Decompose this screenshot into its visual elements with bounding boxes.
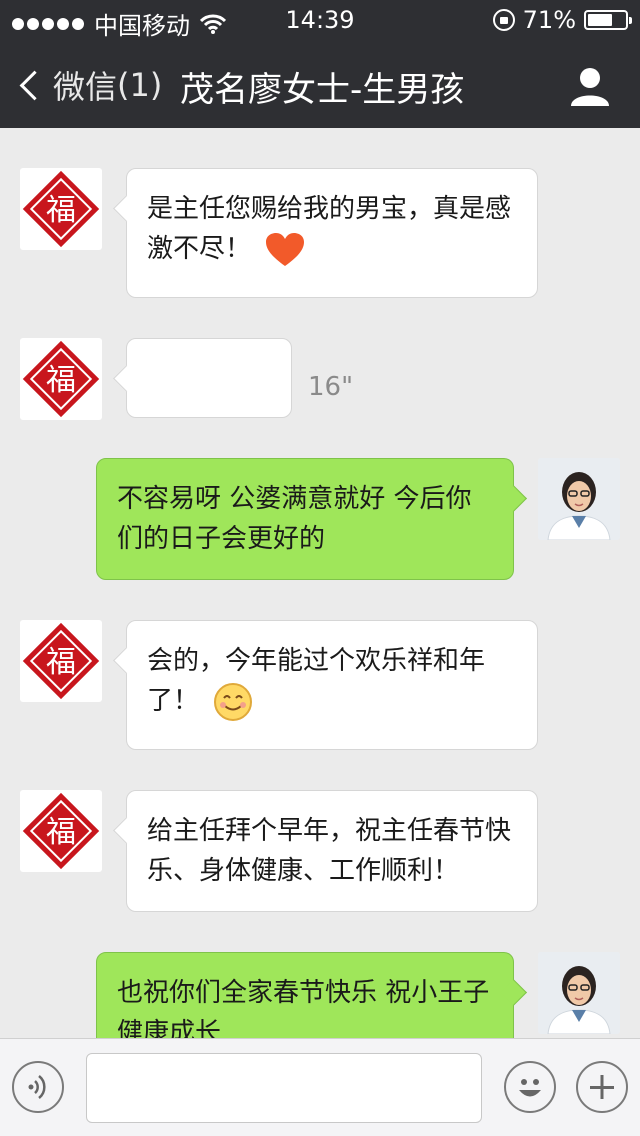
message-bubble[interactable]: 是主任您赐给我的男宝，真是感激不尽！ — [126, 168, 538, 298]
voice-message-bubble[interactable] — [126, 338, 292, 418]
my-avatar[interactable] — [538, 458, 620, 540]
nav-bar: 微信 (1) 茂名廖女士-生男孩 — [0, 40, 640, 128]
input-bar — [0, 1038, 640, 1136]
message-text: 是主任您赐给我的男宝，真是感激不尽！ — [147, 194, 512, 264]
contact-avatar[interactable]: 福 — [20, 620, 102, 702]
contact-avatar[interactable]: 福 — [20, 338, 102, 420]
message-bubble[interactable]: 也祝你们全家春节快乐 祝小王子健康成长 — [96, 952, 514, 1038]
status-bar: 中国移动 14:39 71% — [0, 0, 640, 40]
contact-avatar[interactable]: 福 — [20, 168, 102, 250]
fu-avatar-icon: 福 — [22, 792, 100, 870]
chevron-left-icon — [19, 70, 50, 100]
unread-count: (1) — [117, 66, 163, 104]
my-avatar[interactable] — [538, 952, 620, 1034]
chat-title: 茂名廖女士-生男孩 — [180, 70, 465, 110]
message-bubble[interactable]: 会的，今年能过个欢乐祥和年了！ — [126, 620, 538, 750]
message-text: 也祝你们全家春节快乐 祝小王子健康成长 — [117, 978, 490, 1038]
svg-text:福: 福 — [46, 645, 76, 680]
message-text: 会的，今年能过个欢乐祥和年了！ — [147, 646, 486, 716]
voice-input-button[interactable] — [12, 1061, 64, 1113]
doctor-avatar-icon — [538, 458, 620, 540]
message-bubble[interactable]: 不容易呀 公婆满意就好 今后你们的日子会更好的 — [96, 458, 514, 580]
back-button[interactable]: 微信 (1) — [14, 62, 162, 108]
smiley-face-icon — [519, 1079, 541, 1097]
svg-text:福: 福 — [46, 363, 76, 398]
battery-icon — [584, 10, 632, 30]
profile-button[interactable] — [568, 64, 612, 108]
fu-avatar-icon: 福 — [22, 340, 100, 418]
message-bubble[interactable]: 给主任拜个早年，祝主任春节快乐、身体健康、工作顺利！ — [126, 790, 538, 912]
rotation-lock-icon — [492, 9, 515, 31]
heart-icon — [266, 232, 305, 266]
chat-area[interactable]: 福 是主任您赐给我的男宝，真是感激不尽！ 福 16" 不容易呀 公婆满意就好 今… — [0, 128, 640, 1038]
svg-text:福: 福 — [46, 815, 76, 850]
fu-avatar-icon: 福 — [22, 622, 100, 700]
contact-avatar[interactable]: 福 — [20, 790, 102, 872]
message-text: 不容易呀 公婆满意就好 今后你们的日子会更好的 — [117, 484, 472, 554]
smiley-icon — [214, 682, 253, 721]
doctor-avatar-icon — [538, 952, 620, 1034]
more-options-button[interactable] — [576, 1061, 628, 1113]
voice-duration: 16" — [308, 372, 354, 402]
plus-icon — [590, 1075, 614, 1099]
emoji-button[interactable] — [504, 1061, 556, 1113]
battery-area: 71% — [492, 6, 632, 34]
battery-percent: 71% — [522, 6, 576, 34]
message-input[interactable] — [86, 1053, 482, 1123]
svg-text:福: 福 — [46, 193, 76, 228]
message-text: 给主任拜个早年，祝主任春节快乐、身体健康、工作顺利！ — [147, 816, 512, 886]
fu-avatar-icon: 福 — [22, 170, 100, 248]
back-label: 微信 — [53, 68, 118, 106]
voice-wave-icon — [28, 1075, 46, 1099]
person-icon — [571, 68, 609, 106]
